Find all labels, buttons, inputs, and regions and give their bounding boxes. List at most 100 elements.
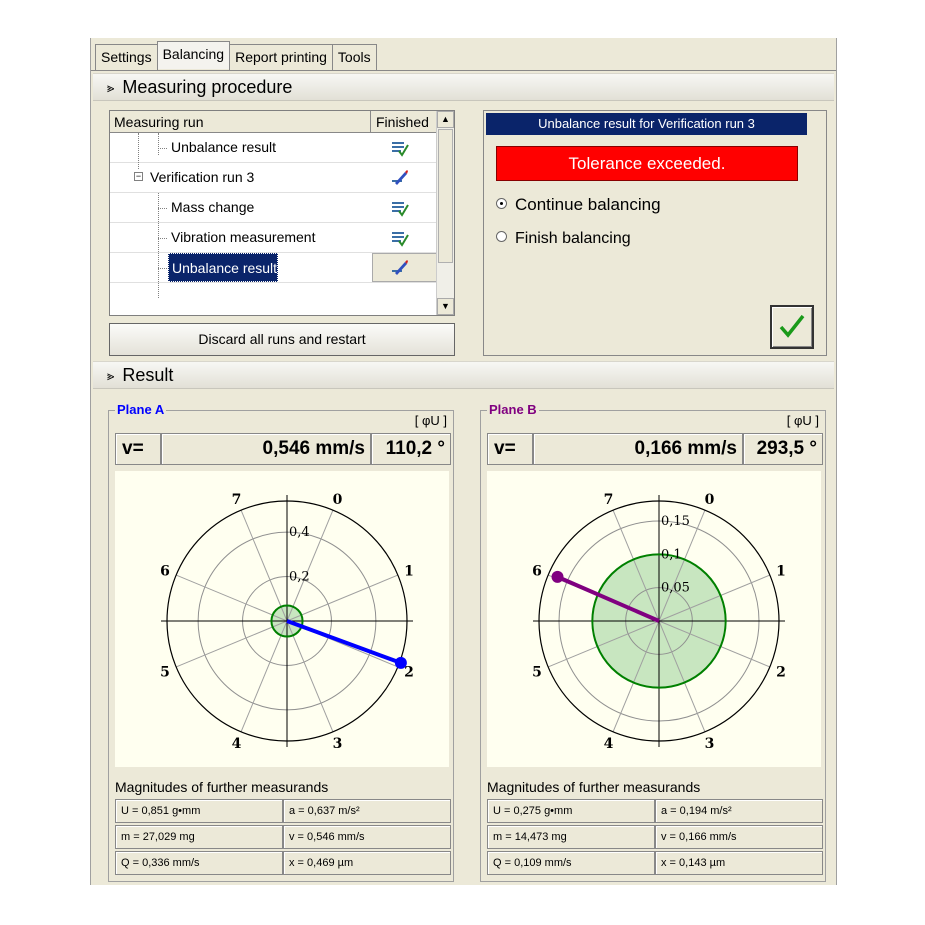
- magnitude-cell: a = 0,194 m/s²: [655, 799, 823, 823]
- tab-tools[interactable]: Tools: [331, 44, 377, 70]
- finished-check-icon: [392, 142, 409, 157]
- sector-label: 1: [776, 563, 786, 579]
- tree-row-label: Mass change: [171, 199, 255, 215]
- measuring-run-tree[interactable]: Measuring run Finished Unbalance result V…: [109, 110, 455, 316]
- plane-title: Plane A: [115, 402, 167, 417]
- measuring-procedure-header[interactable]: ⪢ Measuring procedure: [93, 73, 834, 101]
- tree-collapse-icon[interactable]: −: [134, 172, 143, 181]
- sector-label: 1: [404, 563, 414, 579]
- radio-unchecked-icon[interactable]: [496, 231, 507, 243]
- sector-label: 0: [333, 492, 343, 508]
- continue-balancing-radio[interactable]: Continue balancing: [496, 193, 661, 217]
- tree-connector: [158, 268, 167, 269]
- magnitudes-title: Magnitudes of further measurands: [115, 779, 329, 795]
- magnitude-cell: Q = 0,109 mm/s: [487, 851, 655, 875]
- vector-tip: [394, 656, 407, 669]
- tab-settings[interactable]: Settings: [95, 44, 158, 70]
- ring-label: 0,05: [661, 581, 690, 596]
- tree-row-label: Unbalance result: [168, 253, 279, 282]
- sector-label: 2: [776, 665, 786, 681]
- tree-row[interactable]: Unbalance result: [110, 253, 437, 283]
- collapse-chevron-icon[interactable]: ⪢: [107, 80, 114, 95]
- v-label: v=: [487, 433, 533, 465]
- plane-b-panel: Plane B [ φU ] v= 0,166 mm/s 293,5 ° 0,0…: [480, 402, 826, 882]
- sector-label: 7: [232, 492, 242, 508]
- magnitude-cell: a = 0,637 m/s²: [283, 799, 451, 823]
- measuring-procedure-title: Measuring procedure: [122, 77, 293, 97]
- scroll-thumb[interactable]: [438, 129, 453, 263]
- magnitude-cell: Q = 0,336 mm/s: [115, 851, 283, 875]
- tree-scrollbar[interactable]: ▲ ▼: [436, 111, 454, 315]
- tree-connector: [158, 133, 159, 155]
- magnitude-cell: x = 0,143 µm: [655, 851, 823, 875]
- ring-label: 0,15: [661, 514, 690, 529]
- sector-label: 7: [604, 492, 614, 508]
- magnitude-cell: v = 0,546 mm/s: [283, 825, 451, 849]
- sector-label: 3: [333, 736, 343, 752]
- radio-checked-icon[interactable]: [496, 198, 507, 210]
- checkmark-icon: [779, 314, 805, 338]
- result-title: Result: [122, 365, 174, 385]
- sector-label: 5: [532, 665, 542, 681]
- tree-connector: [158, 208, 167, 209]
- sector-label: 0: [705, 492, 715, 508]
- tolerance-status: Tolerance exceeded.: [496, 146, 798, 181]
- tab-report-printing[interactable]: Report printing: [229, 44, 333, 70]
- tree-connector: [138, 133, 139, 169]
- sector-label: 3: [705, 736, 715, 752]
- current-pen-icon: [392, 170, 408, 185]
- polar-plot: 0,2 0,4 0 1 2 3 4 5 6 7: [115, 471, 449, 767]
- v-value: 0,166 mm/s: [533, 433, 743, 465]
- plane-a-panel: Plane A [ φU ] v= 0,546 mm/s 110,2 ° 0,2…: [108, 402, 454, 882]
- tree-row[interactable]: Mass change: [110, 193, 437, 223]
- tree-row[interactable]: Vibration measurement: [110, 223, 437, 253]
- sector-label: 4: [604, 736, 614, 752]
- plane-title: Plane B: [487, 402, 539, 417]
- magnitude-cell: v = 0,166 mm/s: [655, 825, 823, 849]
- tree-connector: [158, 238, 167, 239]
- magnitude-cell: U = 0,851 g•mm: [115, 799, 283, 823]
- result-header[interactable]: ⪢ Result: [93, 361, 834, 389]
- velocity-readout: v= 0,166 mm/s 293,5 °: [487, 433, 823, 465]
- polar-plot-svg: 0,2 0,4 0 1 2 3 4 5 6 7: [160, 492, 414, 752]
- sector-label: 2: [404, 665, 414, 681]
- ring-label: 0,2: [289, 570, 310, 585]
- magnitude-cell: U = 0,275 g•mm: [487, 799, 655, 823]
- unit-tag[interactable]: [ φU ]: [787, 413, 819, 428]
- confirm-button[interactable]: [770, 305, 814, 349]
- balancing-window: Settings Balancing Report printing Tools…: [90, 38, 837, 885]
- polar-plot-svg: 0,05 0,1 0,15 0 1 2 3 4 5 6 7: [532, 492, 786, 752]
- tree-connector: [158, 148, 167, 149]
- scroll-down-icon[interactable]: ▼: [437, 298, 454, 315]
- discard-restart-button[interactable]: Discard all runs and restart: [109, 323, 455, 356]
- finished-check-icon: [392, 232, 409, 247]
- finished-check-icon: [392, 202, 409, 217]
- tree-row[interactable]: Verification run 3−: [110, 163, 437, 193]
- v-value: 0,546 mm/s: [161, 433, 371, 465]
- tree-connector: [158, 193, 159, 298]
- magnitudes-title: Magnitudes of further measurands: [487, 779, 701, 795]
- tab-bar: Settings Balancing Report printing Tools: [95, 41, 377, 71]
- vector-tip: [551, 570, 564, 583]
- angle-value: 293,5 °: [743, 433, 823, 465]
- unit-tag[interactable]: [ φU ]: [415, 413, 447, 428]
- collapse-chevron-icon[interactable]: ⪢: [107, 368, 114, 383]
- unbalance-result-panel: Unbalance result for Verification run 3 …: [483, 110, 827, 356]
- unbalance-result-title: Unbalance result for Verification run 3: [486, 113, 807, 135]
- velocity-readout: v= 0,546 mm/s 110,2 °: [115, 433, 451, 465]
- tab-balancing[interactable]: Balancing: [156, 41, 231, 69]
- tree-row[interactable]: Unbalance result: [110, 133, 437, 163]
- column-measuring-run[interactable]: Measuring run: [110, 111, 371, 133]
- sector-label: 4: [232, 736, 242, 752]
- column-finished[interactable]: Finished: [372, 111, 437, 133]
- sector-label: 5: [160, 665, 170, 681]
- finish-balancing-radio[interactable]: Finish balancing: [496, 227, 631, 251]
- scroll-up-icon[interactable]: ▲: [437, 111, 454, 128]
- magnitude-cell: m = 27,029 mg: [115, 825, 283, 849]
- tree-row-label: Unbalance result: [171, 139, 277, 155]
- sector-label: 6: [532, 563, 542, 579]
- tree-row-label: Verification run 3: [150, 169, 255, 185]
- polar-plot: 0,05 0,1 0,15 0 1 2 3 4 5 6 7: [487, 471, 821, 767]
- ring-label: 0,4: [289, 525, 310, 540]
- continue-balancing-label: Continue balancing: [515, 195, 661, 214]
